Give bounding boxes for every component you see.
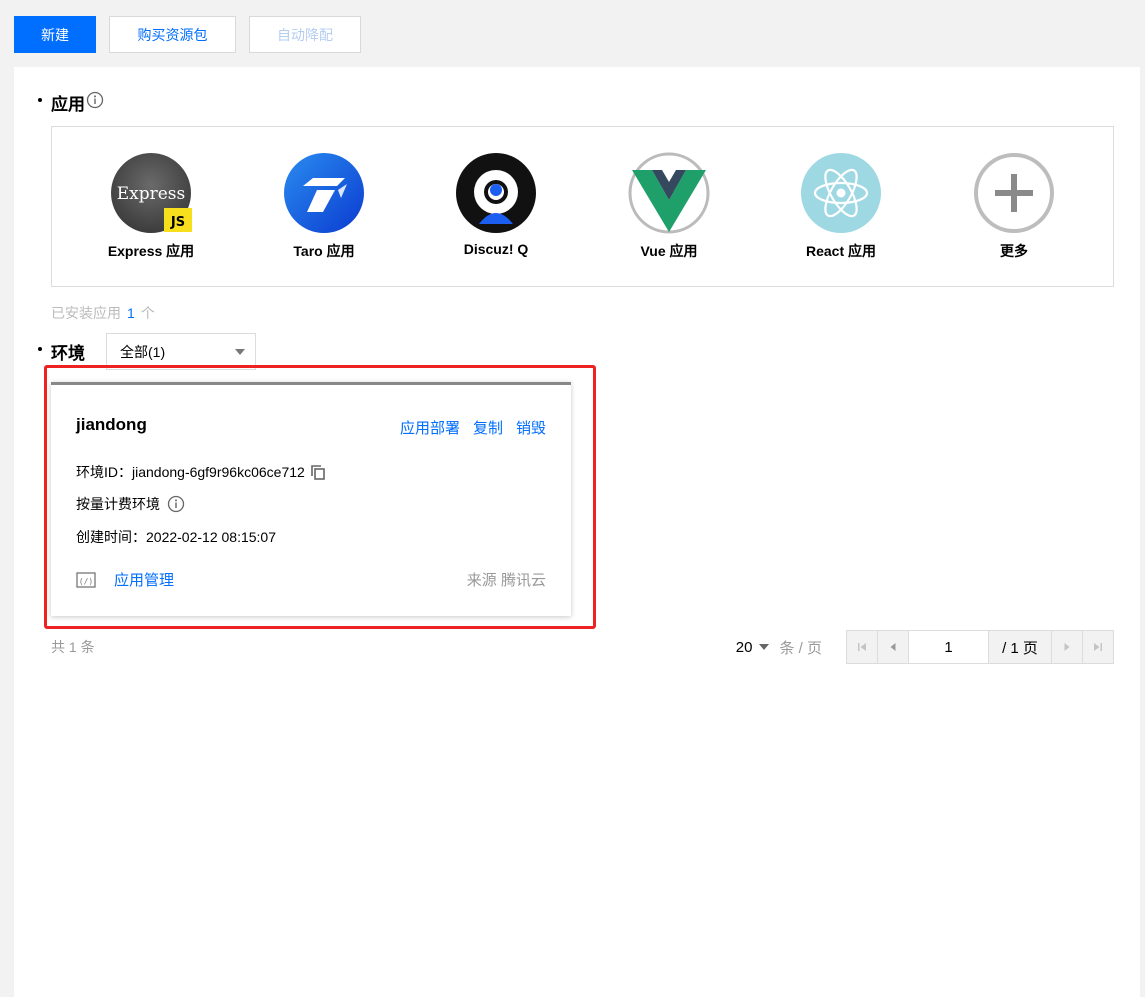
app-name: Discuz! Q	[463, 241, 529, 257]
source-value: 腾讯云	[500, 572, 546, 589]
last-page-icon[interactable]	[1082, 631, 1113, 663]
created-time: 2022-02-12 08:15:07	[146, 529, 276, 545]
app-item-express[interactable]: Express JS Express 应用	[86, 152, 216, 261]
installed-label: 已安装应用	[51, 305, 121, 321]
auto-downgrade-button[interactable]: 自动降配	[249, 16, 361, 53]
app-name: Taro 应用	[293, 243, 355, 259]
app-item-vue[interactable]: Vue 应用	[604, 152, 734, 261]
billing-type-line: 按量计费环境	[76, 494, 185, 514]
current-page-input[interactable]: 1	[909, 631, 989, 663]
copy-link[interactable]: 复制	[473, 417, 503, 438]
app-item-more[interactable]: 更多	[949, 152, 1079, 261]
svg-text:(/): (/)	[79, 577, 93, 586]
env-card: jiandong 应用部署 复制 销毁 环境ID： jiandong-6gf9r9…	[51, 382, 571, 616]
page-size-value: 20	[735, 638, 753, 656]
buy-resource-pack-button[interactable]: 购买资源包	[109, 16, 236, 53]
env-name: jiandong	[76, 415, 147, 434]
first-page-icon[interactable]	[847, 631, 878, 663]
billing-info-icon[interactable]	[167, 495, 185, 513]
total-count: 共 1 条	[51, 639, 95, 655]
card-footer: (/) 应用管理 来源 腾讯云	[76, 569, 546, 590]
env-id-label: 环境ID：	[76, 464, 132, 480]
installed-unit: 个	[140, 305, 155, 321]
plus-icon	[973, 152, 1055, 234]
installed-apps-count: 已安装应用 1 个	[51, 303, 155, 323]
app-item-discuz[interactable]: Discuz! Q	[431, 152, 561, 257]
billing-type: 按量计费环境	[76, 496, 160, 512]
created-time-line: 创建时间： 2022-02-12 08:15:07	[76, 527, 276, 547]
main-panel: 应用 Express JS Express 应用 Taro 应用 Discuz!…	[14, 67, 1140, 997]
env-id-line: 环境ID： jiandong-6gf9r96kc06ce712	[76, 462, 325, 482]
express-logo-icon: Express JS	[110, 152, 192, 234]
source-info: 来源 腾讯云	[467, 569, 546, 590]
toolbar: 新建 购买资源包 自动降配	[14, 16, 361, 53]
card-actions: 应用部署 复制 销毁	[400, 417, 546, 438]
discuz-logo-icon	[455, 152, 537, 234]
total-pages: / 1 页	[1002, 639, 1038, 657]
created-label: 创建时间：	[76, 529, 146, 545]
bullet-dot	[38, 97, 42, 102]
destroy-link[interactable]: 销毁	[516, 417, 546, 438]
source-label: 来源	[466, 572, 497, 589]
app-name: Express 应用	[107, 243, 195, 259]
express-js-badge: JS	[170, 215, 185, 230]
env-id-value: jiandong-6gf9r96kc06ce712	[132, 464, 305, 480]
new-button[interactable]: 新建	[14, 16, 96, 53]
copy-icon[interactable]	[311, 464, 325, 480]
express-logo-text: Express	[117, 184, 186, 204]
info-icon[interactable]	[86, 91, 104, 114]
next-page-icon[interactable]	[1051, 631, 1082, 663]
vue-logo-icon	[628, 152, 710, 234]
apps-section-title: 应用	[38, 90, 104, 115]
app-management-link[interactable]: 应用管理	[114, 569, 174, 590]
app-item-taro[interactable]: Taro 应用	[259, 152, 389, 261]
prev-page-icon[interactable]	[878, 631, 909, 663]
app-name: Vue 应用	[640, 243, 698, 259]
bullet-dot	[38, 346, 42, 351]
deploy-app-link[interactable]: 应用部署	[400, 417, 460, 438]
per-page-label: 条 / 页	[779, 639, 822, 657]
caret-down-icon	[759, 644, 770, 650]
react-logo-icon	[800, 152, 882, 234]
env-filter-value: 全部(1)	[120, 343, 166, 360]
apps-title: 应用	[51, 95, 85, 114]
env-title: 环境	[51, 344, 85, 363]
app-name: 更多	[1000, 243, 1028, 259]
app-gallery: Express JS Express 应用 Taro 应用 Discuz! Q …	[51, 126, 1114, 287]
taro-logo-icon	[283, 152, 365, 234]
page-navigator: 1 / 1 页	[846, 630, 1114, 664]
installed-count: 1	[127, 305, 135, 321]
caret-down-icon	[235, 349, 245, 355]
code-icon: (/)	[76, 571, 96, 589]
env-section-title: 环境	[38, 339, 85, 364]
pagination: 共 1 条 20 条 / 页 1 / 1 页	[51, 630, 1114, 664]
page-size-select[interactable]: 20 条 / 页	[736, 637, 822, 658]
app-item-react[interactable]: React 应用	[776, 152, 906, 261]
app-name: React 应用	[805, 243, 877, 259]
